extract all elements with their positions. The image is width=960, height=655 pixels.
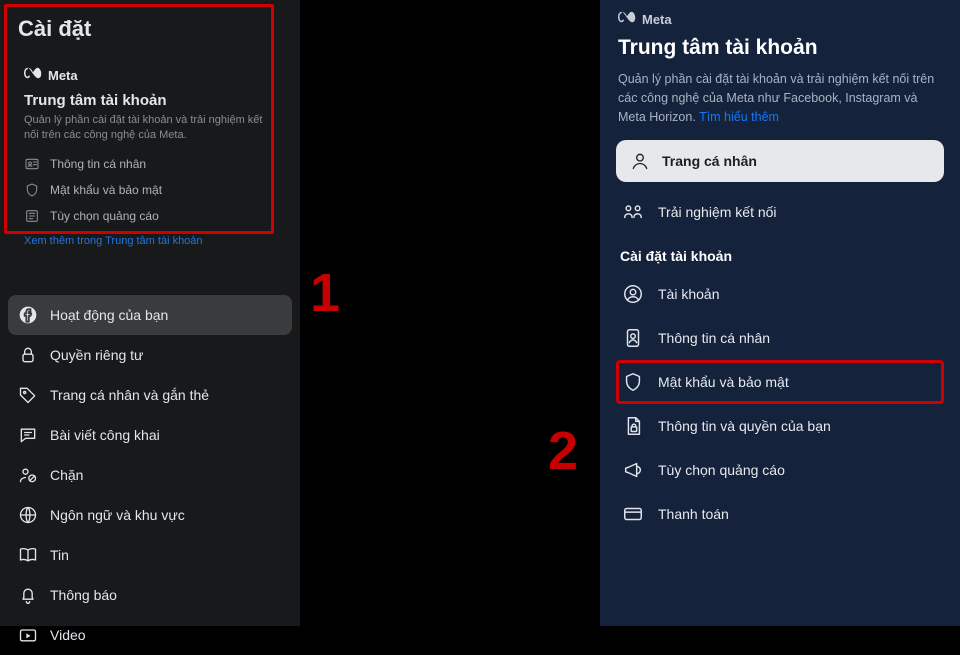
person-block-icon — [18, 465, 38, 485]
learn-more-link[interactable]: Tìm hiểu thêm — [699, 110, 779, 124]
meta-brand: Meta — [24, 66, 276, 84]
account-center-card-title: Trung tâm tài khoản — [24, 92, 276, 109]
annotation-number-1: 1 — [310, 262, 340, 324]
item-label: Tùy chọn quảng cáo — [658, 462, 785, 478]
item-label: Thông tin cá nhân — [658, 330, 770, 346]
menu-label: Thông báo — [50, 587, 117, 603]
menu-notifications[interactable]: Thông báo — [8, 575, 292, 615]
account-center-shortlist: Thông tin cá nhân Mật khẩu và bảo mật Tù… — [18, 151, 282, 229]
menu-blocking[interactable]: Chặn — [8, 455, 292, 495]
connected-people-icon — [622, 201, 644, 223]
meta-logo-icon — [24, 66, 42, 84]
ac-item-personal-info[interactable]: Thông tin cá nhân — [18, 151, 282, 177]
menu-public-posts[interactable]: Bài viết công khai — [8, 415, 292, 455]
account-center-card[interactable]: Meta Trung tâm tài khoản Quản lý phần cà… — [14, 58, 286, 259]
id-badge-icon — [622, 327, 644, 349]
menu-label: Video — [50, 627, 86, 643]
facebook-icon — [18, 305, 38, 325]
account-item-accounts[interactable]: Tài khoản — [616, 272, 944, 316]
ac-item-label: Mật khẩu và bảo mật — [50, 183, 162, 197]
meta-logo-icon — [618, 10, 636, 28]
menu-profile-tagging[interactable]: Trang cá nhân và gắn thẻ — [8, 375, 292, 415]
settings-menu: Hoạt động của bạn Quyền riêng tư Trang c… — [8, 295, 292, 655]
annotation-number-2: 2 — [548, 420, 578, 482]
bell-icon — [18, 585, 38, 605]
item-label: Tài khoản — [658, 286, 719, 302]
credit-card-icon — [622, 503, 644, 525]
menu-label: Hoạt động của bạn — [50, 307, 168, 323]
settings-panel: Cài đặt Meta Trung tâm tài khoản Quản lý… — [0, 0, 300, 626]
menu-label: Bài viết công khai — [50, 427, 160, 443]
ac-item-password-security[interactable]: Mật khẩu và bảo mật — [18, 177, 282, 203]
account-settings-header: Cài đặt tài khoản — [620, 248, 940, 264]
connected-experiences[interactable]: Trải nghiệm kết nối — [616, 190, 944, 234]
item-label: Mật khẩu và bảo mật — [658, 374, 789, 390]
profile-button[interactable]: Trang cá nhân — [616, 140, 944, 182]
megaphone-icon — [622, 459, 644, 481]
globe-icon — [18, 505, 38, 525]
account-center-more-link[interactable]: Xem thêm trong Trung tâm tài khoản — [24, 235, 276, 247]
settings-title: Cài đặt — [18, 16, 282, 42]
video-play-icon — [18, 625, 38, 645]
document-lock-icon — [622, 415, 644, 437]
tag-icon — [18, 385, 38, 405]
menu-stories[interactable]: Tin — [8, 535, 292, 575]
newspaper-icon — [24, 208, 40, 224]
account-center-panel: 2 Meta Trung tâm tài khoản Quản lý phần … — [600, 0, 960, 626]
account-item-payments[interactable]: Thanh toán — [616, 492, 944, 536]
meta-brand: Meta — [618, 10, 942, 28]
ac-item-label: Tùy chọn quảng cáo — [50, 209, 159, 223]
menu-label: Chặn — [50, 467, 83, 483]
account-center-title: Trung tâm tài khoản — [618, 36, 942, 60]
person-icon — [630, 151, 650, 171]
shield-icon — [622, 371, 644, 393]
lock-icon — [18, 345, 38, 365]
item-label: Thông tin và quyền của bạn — [658, 418, 831, 434]
item-label: Thanh toán — [658, 506, 729, 522]
menu-label: Tin — [50, 547, 69, 563]
menu-label: Quyền riêng tư — [50, 347, 143, 363]
account-item-password-security[interactable]: Mật khẩu và bảo mật — [616, 360, 944, 404]
menu-language-region[interactable]: Ngôn ngữ và khu vực — [8, 495, 292, 535]
ac-item-ad-preferences[interactable]: Tùy chọn quảng cáo — [18, 203, 282, 229]
connected-experiences-label: Trải nghiệm kết nối — [658, 204, 777, 220]
shield-icon — [24, 182, 40, 198]
id-card-icon — [24, 156, 40, 172]
person-circle-icon — [622, 283, 644, 305]
menu-privacy[interactable]: Quyền riêng tư — [8, 335, 292, 375]
account-item-personal-info[interactable]: Thông tin cá nhân — [616, 316, 944, 360]
meta-brand-label: Meta — [642, 12, 672, 27]
meta-brand-label: Meta — [48, 68, 78, 83]
panel-gap: 1 — [300, 0, 600, 626]
book-open-icon — [18, 545, 38, 565]
account-center-desc: Quản lý phần cài đặt tài khoản và trải n… — [618, 70, 942, 126]
menu-your-activity[interactable]: Hoạt động của bạn — [8, 295, 292, 335]
profile-button-label: Trang cá nhân — [662, 153, 757, 169]
comment-icon — [18, 425, 38, 445]
ac-item-label: Thông tin cá nhân — [50, 157, 146, 171]
menu-label: Trang cá nhân và gắn thẻ — [50, 387, 209, 403]
account-item-info-permissions[interactable]: Thông tin và quyền của bạn — [616, 404, 944, 448]
account-item-ad-preferences[interactable]: Tùy chọn quảng cáo — [616, 448, 944, 492]
menu-video[interactable]: Video — [8, 615, 292, 655]
menu-label: Ngôn ngữ và khu vực — [50, 507, 185, 523]
account-center-card-desc: Quản lý phần cài đặt tài khoản và trải n… — [24, 113, 276, 143]
